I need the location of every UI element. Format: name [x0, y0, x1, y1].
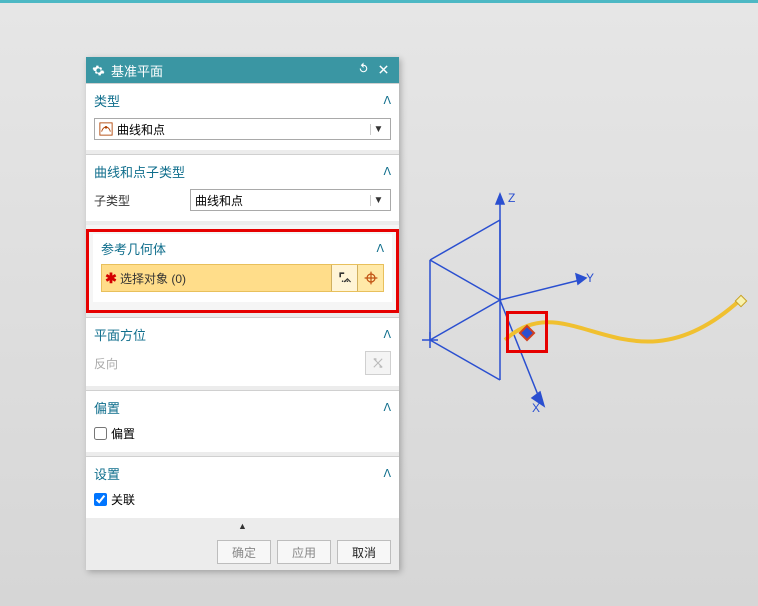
offset-checkbox[interactable]	[94, 427, 107, 440]
apply-button: 应用	[277, 540, 331, 564]
caret-up-icon: ᐱ	[383, 94, 391, 107]
collapse-handle[interactable]: ▲	[86, 518, 399, 534]
reset-icon[interactable]	[353, 62, 373, 78]
section-subtype: 曲线和点子类型 ᐱ 子类型 曲线和点 ▼	[86, 154, 399, 221]
caret-up-icon: ᐱ	[383, 467, 391, 480]
section-offset-header[interactable]: 偏置 ᐱ	[94, 395, 391, 419]
section-refgeo-header[interactable]: 参考几何体 ᐱ	[101, 236, 384, 260]
caret-up-icon: ᐱ	[376, 242, 384, 255]
select-object-row[interactable]: ✱ 选择对象 (0)	[101, 264, 384, 292]
section-settings-header[interactable]: 设置 ᐱ	[94, 461, 391, 485]
axis-x-label: X	[532, 401, 540, 415]
section-type: 类型 ᐱ 曲线和点 ▼	[86, 83, 399, 150]
viewport-3d[interactable]: Z Y X	[400, 200, 758, 450]
ok-button: 确定	[217, 540, 271, 564]
dialog-button-row: 确定 应用 取消	[86, 534, 399, 570]
axis-y-label: Y	[586, 271, 594, 285]
caret-up-icon: ᐱ	[383, 328, 391, 341]
assoc-checkbox[interactable]	[94, 493, 107, 506]
subtype-label: 子类型	[94, 192, 184, 209]
caret-up-icon: ᐱ	[383, 165, 391, 178]
dialog-title: 基准平面	[111, 61, 353, 80]
viewport-highlight-box	[506, 311, 548, 353]
assoc-checkbox-label: 关联	[111, 491, 135, 508]
section-settings: 设置 ᐱ 关联	[86, 456, 399, 518]
caret-up-icon: ᐱ	[383, 401, 391, 414]
app-top-bar	[0, 0, 758, 3]
close-icon[interactable]	[373, 63, 393, 78]
offset-checkbox-label: 偏置	[111, 425, 135, 442]
chevron-down-icon: ▼	[370, 195, 386, 206]
cancel-button[interactable]: 取消	[337, 540, 391, 564]
section-subtype-header[interactable]: 曲线和点子类型 ᐱ	[94, 159, 391, 183]
section-orient-header[interactable]: 平面方位 ᐱ	[94, 322, 391, 346]
section-refgeo-highlight: 参考几何体 ᐱ ✱ 选择对象 (0)	[86, 229, 399, 313]
smart-select-button[interactable]	[331, 265, 357, 291]
reverse-label: 反向	[94, 355, 365, 372]
subtype-select[interactable]: 曲线和点 ▼	[190, 189, 391, 211]
section-type-header[interactable]: 类型 ᐱ	[94, 88, 391, 112]
chevron-down-icon: ▼	[370, 124, 386, 135]
axis-z-label: Z	[508, 191, 515, 205]
datum-plane-dialog: 基准平面 类型 ᐱ 曲线和点 ▼ 曲线和点子类型 ᐱ	[86, 57, 399, 570]
section-offset: 偏置 ᐱ 偏置	[86, 390, 399, 452]
triangle-up-icon: ▲	[238, 521, 247, 531]
gear-icon	[92, 64, 105, 77]
section-orient: 平面方位 ᐱ 反向	[86, 317, 399, 386]
reverse-button	[365, 351, 391, 375]
type-select[interactable]: 曲线和点 ▼	[94, 118, 391, 140]
select-object-text: 选择对象 (0)	[120, 270, 331, 287]
curve-point-icon	[99, 122, 113, 136]
dialog-header[interactable]: 基准平面	[86, 57, 399, 83]
required-star-icon: ✱	[102, 270, 120, 287]
point-construct-button[interactable]	[357, 265, 383, 291]
